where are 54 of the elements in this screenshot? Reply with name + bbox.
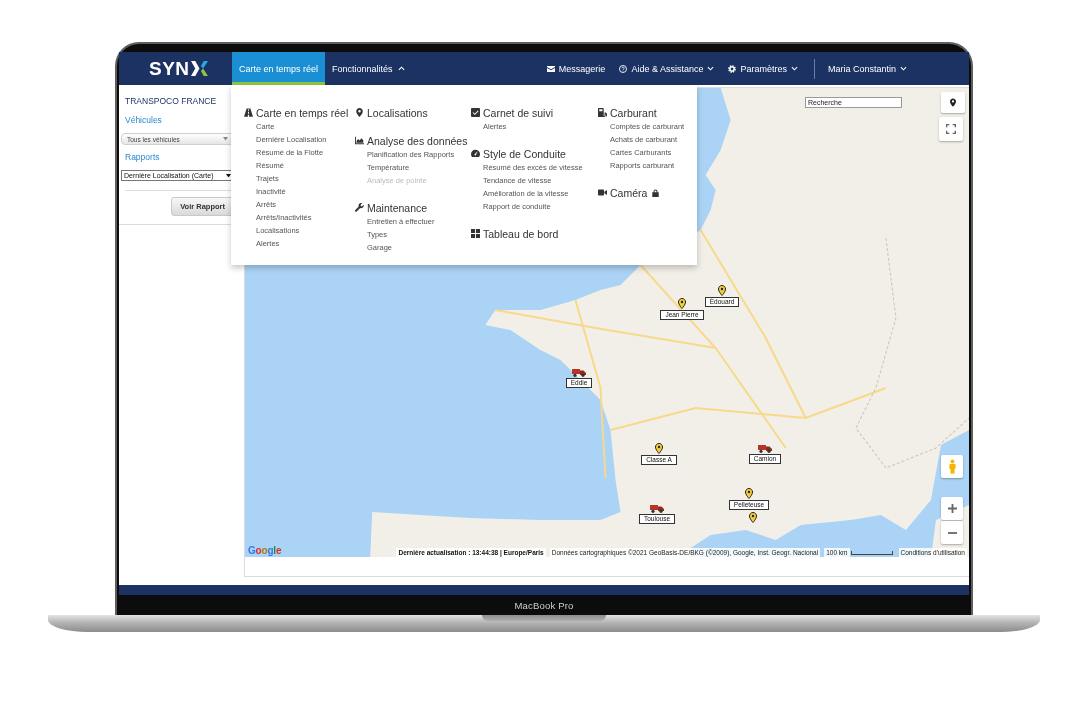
map-marker-icon <box>355 108 364 117</box>
truck-icon[interactable] <box>650 504 664 513</box>
road-icon <box>244 108 253 117</box>
menu-section-link[interactable]: Tableau de bord <box>471 226 559 241</box>
zoom-in-button[interactable] <box>941 497 963 520</box>
menu-section-link[interactable]: Carburant <box>598 105 657 120</box>
user-menu[interactable]: Maria Constantin <box>827 63 907 74</box>
map-pin-icon[interactable] <box>749 512 757 523</box>
nav-tab[interactable]: Fonctionnalités <box>325 52 412 85</box>
help-icon <box>619 64 628 73</box>
nav-tab[interactable]: Carte en temps réel <box>232 52 326 85</box>
fullscreen-icon <box>946 124 956 134</box>
plus-icon <box>947 504 957 513</box>
map-pin-icon[interactable] <box>718 285 726 296</box>
map-pin-icon[interactable] <box>678 298 686 309</box>
nav-link[interactable]: Paramètres <box>728 63 798 74</box>
truck-icon[interactable] <box>758 444 772 453</box>
checkbox-icon <box>471 108 480 117</box>
menu-section-link[interactable]: Carnet de suivi <box>471 105 554 120</box>
menu-section-link[interactable]: Localisations <box>355 105 428 120</box>
menu-section-link[interactable]: Carte en temps réel <box>244 105 349 120</box>
grid-icon <box>471 229 480 238</box>
company-name: TRANSPOCO FRANCE <box>125 96 218 106</box>
map-pin-icon[interactable] <box>745 488 753 499</box>
field-label: Véhicules <box>125 115 163 125</box>
person-icon <box>948 459 956 474</box>
google-logo: Google <box>248 545 282 556</box>
fullscreen-button[interactable] <box>939 117 963 141</box>
menu-section-link[interactable]: Maintenance <box>355 200 428 215</box>
video-camera-icon <box>598 188 607 197</box>
logo-text: SYN <box>149 58 190 79</box>
scale-bar <box>850 550 893 555</box>
area-chart-icon <box>355 136 364 145</box>
caret-down-icon <box>226 173 231 178</box>
map-pin-icon[interactable] <box>655 443 663 454</box>
caret-down-icon <box>223 137 228 141</box>
fuel-pump-icon <box>598 108 607 117</box>
map-marker-icon <box>950 98 956 107</box>
minus-icon <box>947 531 957 534</box>
nav-link[interactable]: Messagerie <box>546 63 606 74</box>
logo-mark-icon <box>190 60 208 77</box>
menu-section-link[interactable]: Style de Conduite <box>471 146 566 161</box>
field-label: Rapports <box>125 152 161 162</box>
settings-icon <box>728 64 737 73</box>
truck-icon[interactable] <box>572 368 586 377</box>
gauge-icon <box>471 149 480 158</box>
envelope-icon <box>546 64 555 73</box>
menu-section-link[interactable]: Analyse des données <box>355 133 468 148</box>
menu-section-link[interactable]: Caméra <box>598 185 660 200</box>
zoom-out-button[interactable] <box>941 521 963 544</box>
location-button[interactable] <box>941 92 965 113</box>
wrench-icon <box>355 203 364 212</box>
nav-link[interactable]: Aide & Assistance <box>619 63 715 74</box>
device-label: MacBook Pro <box>514 599 574 611</box>
